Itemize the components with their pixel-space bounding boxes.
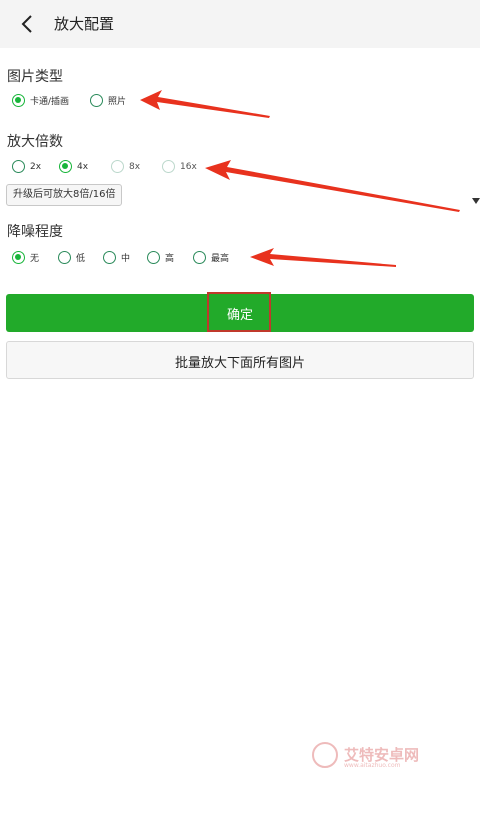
radio-disabled-icon bbox=[162, 160, 175, 173]
radio-noise-low[interactable]: 低 bbox=[58, 251, 85, 264]
radio-4x[interactable]: 4x bbox=[59, 160, 88, 173]
annotation-arrow-icon bbox=[140, 90, 270, 118]
radio-unchecked-icon bbox=[193, 251, 206, 264]
radio-cartoon-label: 卡通/插画 bbox=[30, 97, 70, 107]
radio-photo-label: 照片 bbox=[108, 97, 127, 107]
annotation-arrow-icon bbox=[250, 248, 396, 267]
edge-marker bbox=[472, 198, 480, 204]
radio-2x-label: 2x bbox=[30, 161, 42, 172]
noise-title: 降噪程度 bbox=[7, 224, 63, 240]
watermark-logo-icon bbox=[312, 742, 338, 768]
batch-enlarge-button[interactable]: 批量放大下面所有图片 bbox=[6, 341, 474, 379]
upgrade-button[interactable]: 升级后可放大8倍/16倍 bbox=[6, 184, 123, 206]
radio-unchecked-icon bbox=[12, 160, 25, 173]
radio-unchecked-icon bbox=[58, 251, 71, 264]
page-title: 放大配置 bbox=[54, 15, 115, 33]
radio-16x[interactable]: 16x bbox=[162, 160, 197, 173]
radio-noise-none-label: 无 bbox=[30, 254, 40, 264]
radio-checked-icon bbox=[59, 160, 72, 173]
radio-noise-max[interactable]: 最高 bbox=[193, 251, 229, 264]
radio-noise-high-label: 高 bbox=[165, 254, 175, 264]
annotation-arrow-icon bbox=[205, 160, 460, 212]
radio-noise-none[interactable]: 无 bbox=[12, 251, 39, 264]
scale-title: 放大倍数 bbox=[7, 134, 63, 150]
radio-noise-mid-label: 中 bbox=[121, 254, 131, 264]
confirm-button-label: 确定 bbox=[226, 308, 253, 323]
radio-unchecked-icon bbox=[90, 94, 103, 107]
image-type-title: 图片类型 bbox=[7, 69, 63, 85]
radio-8x-label: 8x bbox=[129, 161, 141, 172]
radio-noise-low-label: 低 bbox=[76, 254, 86, 264]
radio-2x[interactable]: 2x bbox=[12, 160, 41, 173]
top-bar: 放大配置 bbox=[0, 0, 480, 48]
watermark-subtext: www.aitazhuo.com bbox=[344, 762, 401, 769]
radio-unchecked-icon bbox=[103, 251, 116, 264]
radio-cartoon[interactable]: 卡通/插画 bbox=[12, 94, 69, 107]
radio-16x-label: 16x bbox=[180, 161, 197, 172]
batch-enlarge-label: 批量放大下面所有图片 bbox=[174, 356, 305, 371]
radio-photo[interactable]: 照片 bbox=[90, 94, 126, 107]
radio-4x-label: 4x bbox=[77, 161, 89, 172]
radio-noise-high[interactable]: 高 bbox=[147, 251, 174, 264]
radio-noise-max-label: 最高 bbox=[211, 254, 230, 264]
radio-noise-mid[interactable]: 中 bbox=[103, 251, 130, 264]
confirm-button[interactable]: 确定 bbox=[6, 294, 474, 332]
radio-checked-icon bbox=[12, 251, 25, 264]
watermark: 艾特安卓网 www.aitazhuo.com bbox=[312, 740, 442, 772]
radio-unchecked-icon bbox=[147, 251, 160, 264]
radio-disabled-icon bbox=[111, 160, 124, 173]
radio-checked-icon bbox=[12, 94, 25, 107]
radio-8x[interactable]: 8x bbox=[111, 160, 140, 173]
back-chevron-icon[interactable] bbox=[18, 13, 38, 35]
